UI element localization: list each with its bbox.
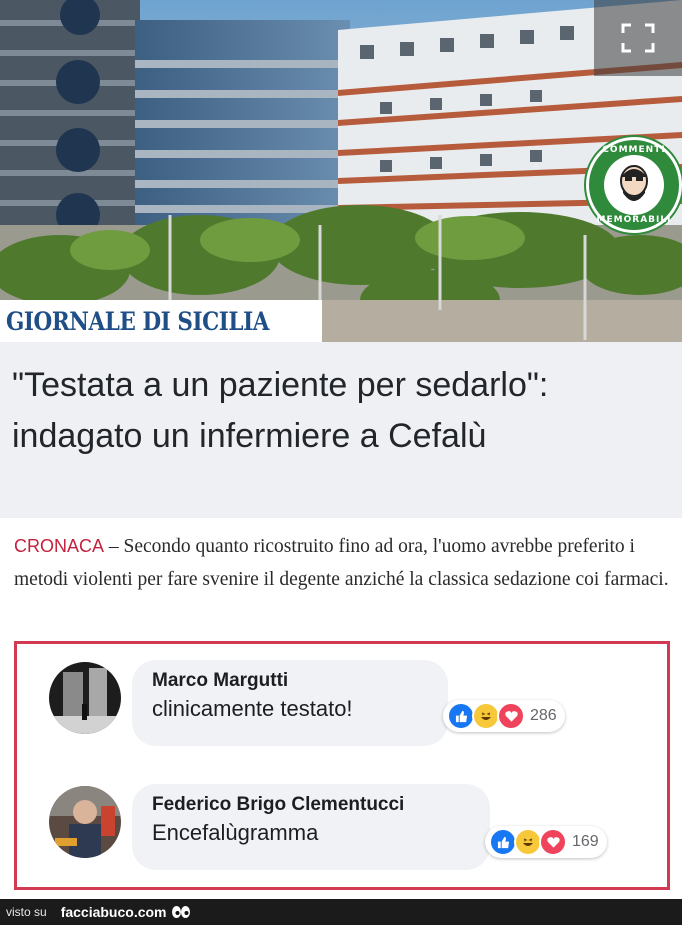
- footer-prefix: visto su: [6, 905, 47, 919]
- comment-bubble: Marco Margutti clinicamente testato!: [132, 660, 448, 746]
- building-photo: [0, 0, 682, 342]
- comment-item: Federico Brigo Clementucci Encefalùgramm…: [17, 782, 667, 882]
- avatar[interactable]: [49, 662, 121, 734]
- reaction-count: 169: [572, 833, 599, 850]
- article-summary: CRONACA – Secondo quanto ricostruito fin…: [14, 530, 674, 596]
- like-icon: [489, 828, 517, 856]
- badge-bottom-text: MEMORABILI: [596, 215, 672, 225]
- badge-top-text: COMMENTI: [602, 145, 666, 155]
- comment-item: Marco Margutti clinicamente testato! 286: [17, 658, 667, 758]
- article-headline-panel: "Testata a un paziente per sedarlo": ind…: [0, 342, 682, 518]
- comment-text: Encefalùgramma: [152, 820, 319, 845]
- reactions-pill[interactable]: 286: [443, 700, 565, 732]
- category-separator: –: [104, 536, 124, 557]
- reaction-count: 286: [530, 707, 557, 724]
- comment-author[interactable]: Federico Brigo Clementucci: [152, 794, 470, 816]
- face-icon: [604, 155, 664, 215]
- reactions-pill[interactable]: 169: [485, 826, 607, 858]
- hero-image: COMMENTI MEMORABILI GIORNALE DI SICILIA: [0, 0, 682, 342]
- like-icon: [447, 702, 475, 730]
- comments-highlight-box: Marco Margutti clinicamente testato! 286: [14, 641, 670, 890]
- footer-site-link[interactable]: facciabuco.com: [61, 904, 167, 920]
- comment-text: clinicamente testato!: [152, 696, 353, 721]
- love-icon: [539, 828, 567, 856]
- article-title[interactable]: "Testata a un paziente per sedarlo": ind…: [12, 360, 677, 462]
- category-label[interactable]: CRONACA: [14, 536, 104, 556]
- expand-icon[interactable]: [594, 0, 682, 76]
- love-icon: [497, 702, 525, 730]
- haha-icon: [472, 702, 500, 730]
- haha-icon: [514, 828, 542, 856]
- newspaper-brand: GIORNALE DI SICILIA: [0, 300, 322, 342]
- eyes-icon: [171, 905, 191, 919]
- brand-name: GIORNALE DI SICILIA: [6, 306, 269, 336]
- footer-bar: visto su facciabuco.com: [0, 899, 682, 925]
- avatar[interactable]: [49, 786, 121, 858]
- commenti-memorabili-badge: COMMENTI MEMORABILI: [586, 137, 682, 233]
- comment-author[interactable]: Marco Margutti: [152, 670, 428, 692]
- comment-bubble: Federico Brigo Clementucci Encefalùgramm…: [132, 784, 490, 870]
